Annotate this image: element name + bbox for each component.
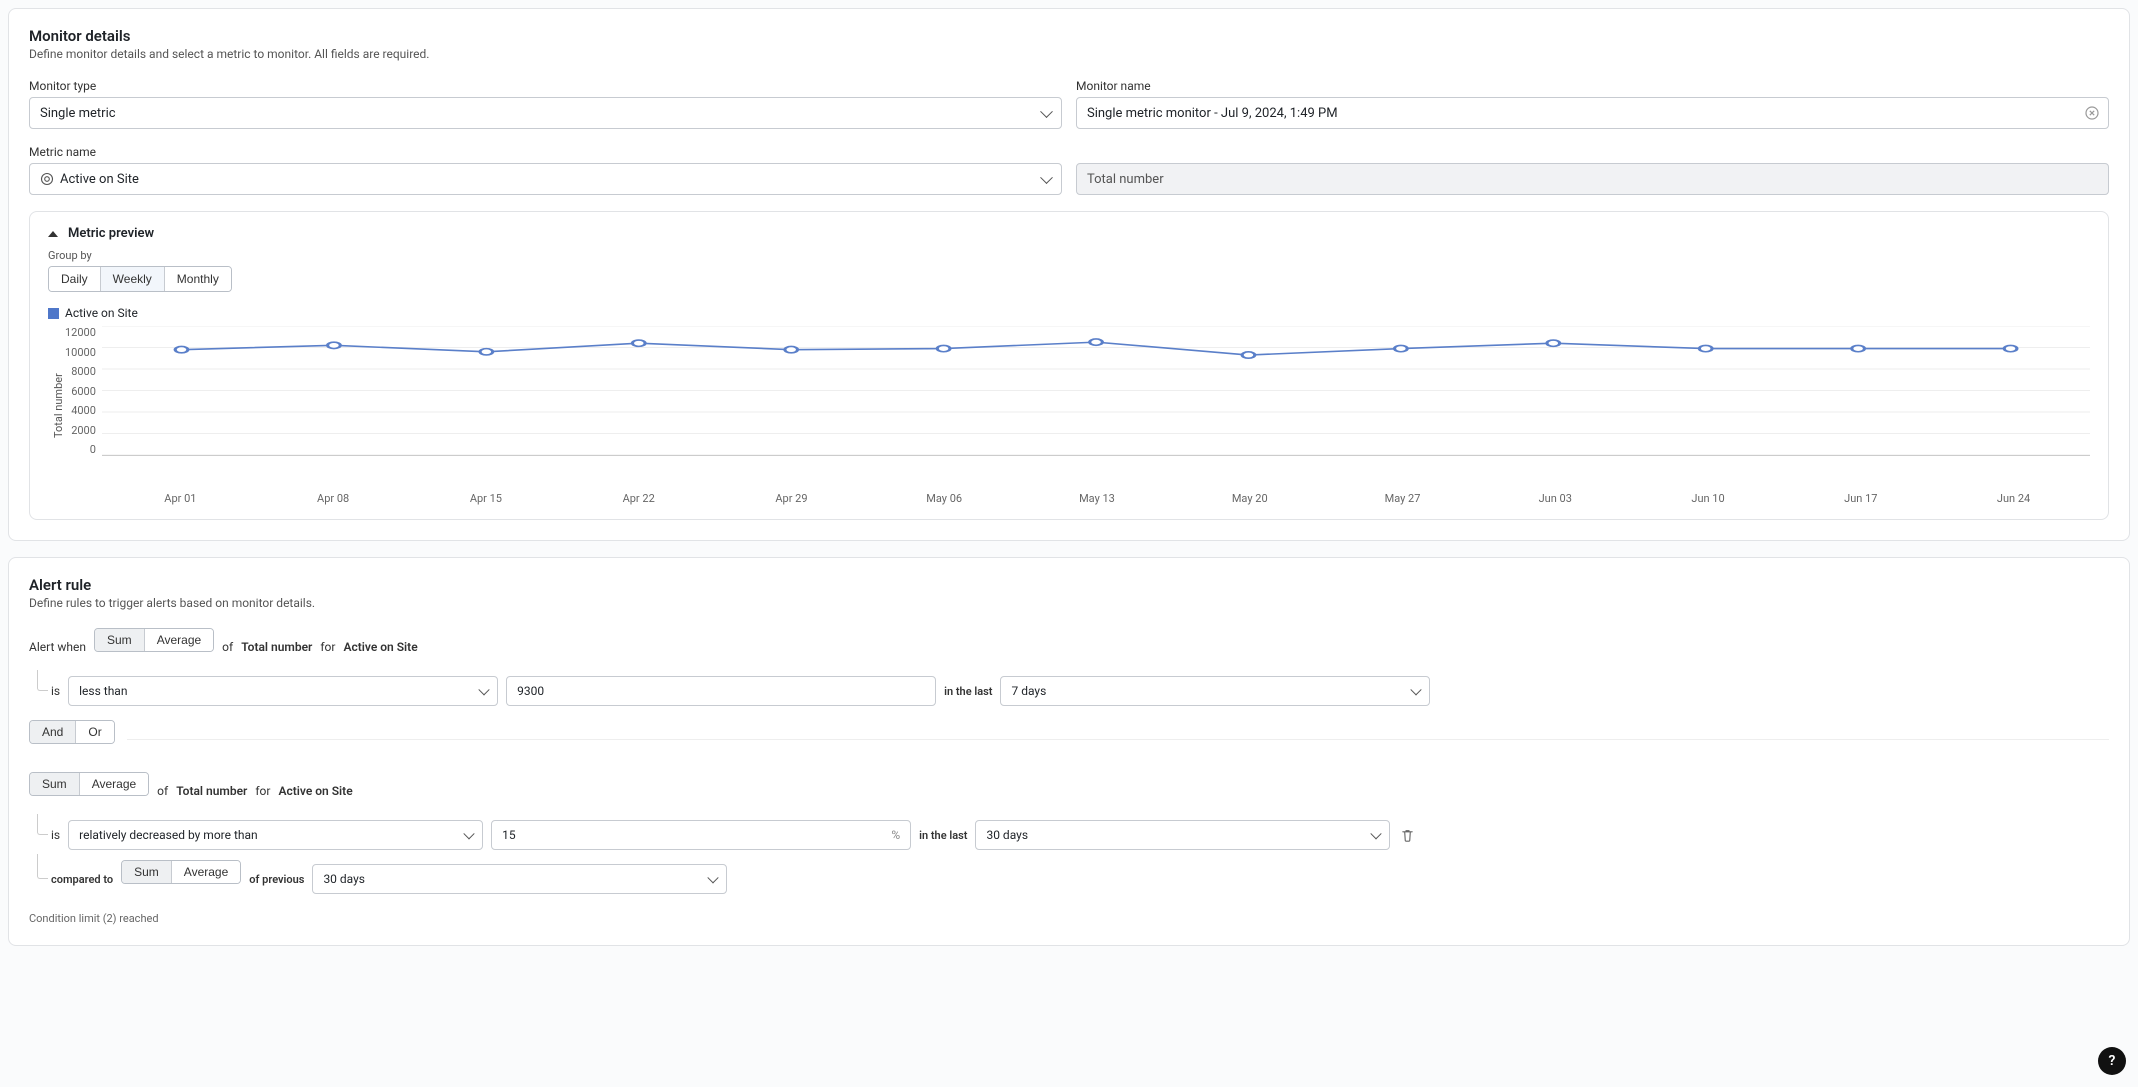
monitor-type-label: Monitor type [29, 79, 1062, 93]
joiner-segment: And Or [29, 720, 115, 744]
compared-agg-average[interactable]: Average [172, 861, 240, 883]
group-by-label: Group by [48, 249, 2090, 262]
metric-chart: Total number 12000 10000 8000 6000 4000 … [48, 326, 2090, 486]
joiner-divider [127, 739, 2109, 740]
cond1-of-label: of [222, 640, 233, 654]
monitor-name-value: Single metric monitor - Jul 9, 2024, 1:4… [1087, 106, 1338, 121]
cond2-agg-segment: Sum Average [29, 772, 149, 796]
metric-preview-toggle[interactable]: Metric preview [48, 226, 2090, 241]
cond2-value-input[interactable]: 15 % [491, 820, 911, 850]
cond1-period-select[interactable]: 7 days [1000, 676, 1430, 706]
x-tick-label: Apr 29 [715, 492, 868, 505]
x-tick-label: Jun 10 [1632, 492, 1785, 505]
cond2-in-last-label: in the last [919, 829, 967, 842]
cond1-for-label: for [320, 640, 335, 654]
chart-legend: Active on Site [48, 306, 2090, 320]
target-icon [40, 172, 54, 186]
cond2-for-label: for [255, 784, 270, 798]
alert-when-label: Alert when [29, 640, 86, 654]
condition-limit-msg: Condition limit (2) reached [29, 912, 2109, 925]
cond2-of-label: of [157, 784, 168, 798]
x-tick-label: May 06 [868, 492, 1021, 505]
metric-preview-box: Metric preview Group by Daily Weekly Mon… [29, 211, 2109, 520]
monitor-details-title: Monitor details [29, 27, 2109, 45]
monitor-type-select[interactable]: Single metric [29, 97, 1062, 129]
alert-rule-title: Alert rule [29, 576, 2109, 594]
cond2-measure: Total number [176, 784, 247, 798]
clear-icon[interactable] [2084, 105, 2100, 121]
cond2-is-label: is [51, 828, 60, 842]
monitor-name-label: Monitor name [1076, 79, 2109, 93]
cond1-is-label: is [51, 684, 60, 698]
cond1-row: is less than 9300 in the last 7 days [51, 676, 2109, 706]
group-by-monthly[interactable]: Monthly [165, 267, 231, 291]
joiner-or[interactable]: Or [76, 721, 113, 743]
x-tick-label: Apr 22 [562, 492, 715, 505]
help-button[interactable]: ? [2098, 1047, 2126, 1075]
cond2-header: Sum Average of Total number for Active o… [29, 772, 2109, 810]
metric-agg-spacer [1076, 145, 2109, 159]
joiner-row: And Or [29, 720, 2109, 758]
chevron-up-icon [48, 231, 58, 237]
percent-unit: % [891, 828, 900, 842]
x-tick-label: Apr 08 [257, 492, 410, 505]
of-previous-label: of previous [249, 873, 304, 886]
alert-rule-panel: Alert rule Define rules to trigger alert… [8, 557, 2130, 946]
x-tick-label: Apr 15 [410, 492, 563, 505]
metric-name-select[interactable]: Active on Site [29, 163, 1062, 195]
y-axis-title: Total number [48, 326, 65, 486]
cond2-metric: Active on Site [278, 784, 352, 798]
monitor-type-value: Single metric [40, 106, 116, 121]
cond1-agg-average[interactable]: Average [145, 629, 213, 651]
cond2-agg-average[interactable]: Average [80, 773, 148, 795]
cond1-agg-segment: Sum Average [94, 628, 214, 652]
metric-name-label: Metric name [29, 145, 1062, 159]
prev-period-select[interactable]: 30 days [312, 864, 727, 894]
cond1-in-last-label: in the last [944, 685, 992, 698]
alert-rule-subtitle: Define rules to trigger alerts based on … [29, 596, 2109, 610]
compared-agg-segment: Sum Average [121, 860, 241, 884]
y-axis-ticks: 12000 10000 8000 6000 4000 2000 0 [65, 326, 102, 456]
metric-agg-readonly: Total number [1076, 163, 2109, 195]
cond1-value-input[interactable]: 9300 [506, 676, 936, 706]
compared-agg-sum[interactable]: Sum [122, 861, 172, 883]
x-tick-label: May 20 [1173, 492, 1326, 505]
x-tick-label: May 13 [1021, 492, 1174, 505]
group-by-weekly[interactable]: Weekly [101, 267, 165, 291]
chart-plot-area [102, 326, 2090, 456]
x-tick-label: May 27 [1326, 492, 1479, 505]
monitor-name-input[interactable]: Single metric monitor - Jul 9, 2024, 1:4… [1076, 97, 2109, 129]
joiner-and[interactable]: And [30, 721, 76, 743]
trash-icon[interactable] [1398, 826, 1416, 844]
cond1-comparator-select[interactable]: less than [68, 676, 498, 706]
cond2-comparator-select[interactable]: relatively decreased by more than [68, 820, 483, 850]
metric-name-value: Active on Site [60, 172, 139, 187]
legend-label: Active on Site [65, 306, 138, 320]
x-tick-label: Jun 17 [1784, 492, 1937, 505]
group-by-segment: Daily Weekly Monthly [48, 266, 232, 292]
x-tick-label: Jun 24 [1937, 492, 2090, 505]
cond2-agg-sum[interactable]: Sum [30, 773, 80, 795]
monitor-details-subtitle: Define monitor details and select a metr… [29, 47, 2109, 61]
compared-to-label: compared to [51, 873, 113, 886]
x-tick-label: Jun 03 [1479, 492, 1632, 505]
x-tick-label: Apr 01 [104, 492, 257, 505]
cond1-measure: Total number [241, 640, 312, 654]
cond2-row2: compared to Sum Average of previous 30 d… [51, 860, 2109, 898]
cond2-period-select[interactable]: 30 days [975, 820, 1390, 850]
cond1-header: Alert when Sum Average of Total number f… [29, 628, 2109, 666]
metric-preview-title: Metric preview [68, 226, 154, 241]
help-icon: ? [2109, 1053, 2116, 1069]
legend-swatch [48, 308, 59, 319]
cond2-row1: is relatively decreased by more than 15 … [51, 820, 2109, 850]
cond1-metric: Active on Site [343, 640, 417, 654]
cond1-agg-sum[interactable]: Sum [95, 629, 145, 651]
x-axis-labels: Apr 01Apr 08Apr 15Apr 22Apr 29May 06May … [104, 492, 2090, 505]
group-by-daily[interactable]: Daily [49, 267, 101, 291]
monitor-details-panel: Monitor details Define monitor details a… [8, 8, 2130, 541]
